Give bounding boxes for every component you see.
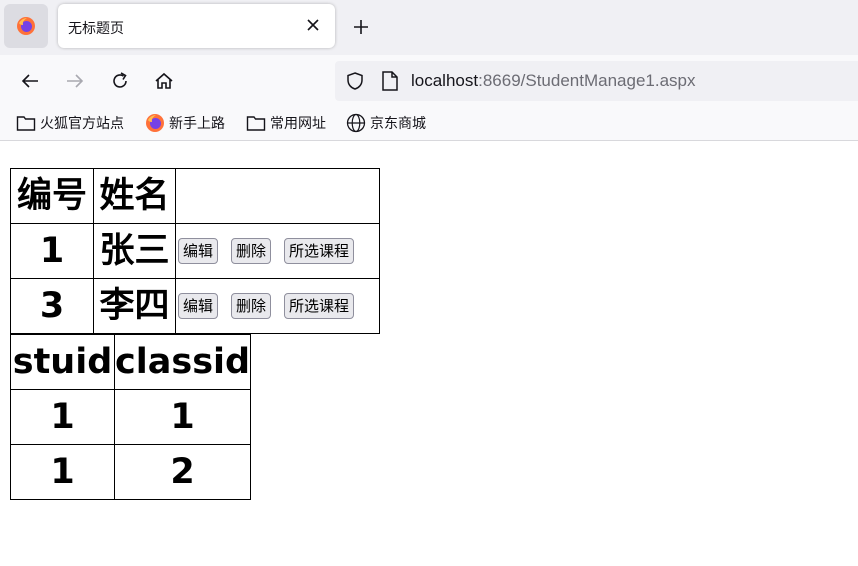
student-id: 3 (10, 278, 94, 334)
table-row: 1 2 (10, 444, 252, 500)
page-icon[interactable] (381, 71, 399, 91)
folder-icon (246, 116, 266, 131)
page-content: 编号 姓名 1 张三 编辑 删除 所选课程 3 李四 编辑 删除 所选课程 stuid … (0, 141, 858, 566)
column-header-actions (175, 168, 380, 224)
reload-icon (113, 72, 127, 88)
bookmark-getting-started[interactable]: 新手上路 (145, 113, 225, 133)
tab-strip: 无标题页 (0, 0, 858, 55)
stuid-cell: 1 (10, 444, 115, 500)
column-header-classid: classid (113, 334, 252, 390)
table-row: 3 李四 编辑 删除 所选课程 (10, 278, 380, 334)
plus-icon (354, 20, 368, 34)
shield-icon[interactable] (345, 71, 365, 91)
url-text[interactable]: localhost:8669/StudentManage1.aspx (411, 71, 696, 91)
course-selection-table: stuid classid 1 1 1 2 (10, 334, 252, 500)
table-header-row: 编号 姓名 (10, 168, 380, 224)
firefox-icon (17, 17, 35, 35)
student-actions: 编辑 删除 所选课程 (175, 223, 380, 279)
back-button[interactable] (18, 69, 42, 93)
forward-arrow-icon (67, 74, 84, 88)
selected-courses-button[interactable]: 所选课程 (284, 238, 355, 264)
student-name: 张三 (93, 223, 176, 279)
reload-button[interactable] (108, 69, 132, 93)
student-name: 李四 (93, 278, 176, 334)
edit-button[interactable]: 编辑 (178, 293, 219, 319)
table-row: 1 1 (10, 389, 252, 445)
tab-close-button[interactable] (303, 15, 323, 35)
column-header-stuid: stuid (10, 334, 115, 390)
close-icon (307, 19, 319, 31)
student-actions: 编辑 删除 所选课程 (175, 278, 380, 334)
classid-cell: 1 (113, 389, 252, 445)
student-id: 1 (10, 223, 94, 279)
stuid-cell: 1 (10, 389, 115, 445)
tab-title: 无标题页 (68, 21, 124, 37)
address-bar[interactable]: localhost:8669/StudentManage1.aspx (335, 61, 858, 101)
new-tab-button[interactable] (350, 16, 372, 38)
home-button[interactable] (152, 69, 176, 93)
bookmark-common-sites[interactable]: 常用网址 (246, 113, 326, 133)
bookmark-firefox-official[interactable]: 火狐官方站点 (16, 113, 124, 133)
forward-button[interactable] (63, 69, 87, 93)
bookmarks-toolbar: 火狐官方站点 新手上路 常用网址 京东商城 (0, 107, 858, 141)
firefox-view-button[interactable] (4, 4, 48, 48)
students-table: 编号 姓名 1 张三 编辑 删除 所选课程 3 李四 编辑 删除 所选课程 (10, 168, 380, 334)
edit-button[interactable]: 编辑 (178, 238, 219, 264)
delete-button[interactable]: 删除 (231, 293, 272, 319)
firefox-icon (146, 114, 164, 132)
home-icon (155, 72, 173, 89)
column-header-name: 姓名 (93, 168, 176, 224)
classid-cell: 2 (113, 444, 252, 500)
delete-button[interactable]: 删除 (231, 238, 272, 264)
column-header-id: 编号 (10, 168, 94, 224)
back-arrow-icon (21, 74, 38, 88)
bookmark-jd-mall[interactable]: 京东商城 (346, 113, 426, 133)
selected-courses-button[interactable]: 所选课程 (284, 293, 355, 319)
table-header-row: stuid classid (10, 334, 252, 390)
globe-icon (346, 113, 366, 133)
table-row: 1 张三 编辑 删除 所选课程 (10, 223, 380, 279)
folder-icon (16, 116, 36, 131)
navigation-bar: localhost:8669/StudentManage1.aspx (0, 55, 858, 107)
active-tab[interactable]: 无标题页 (58, 4, 335, 48)
